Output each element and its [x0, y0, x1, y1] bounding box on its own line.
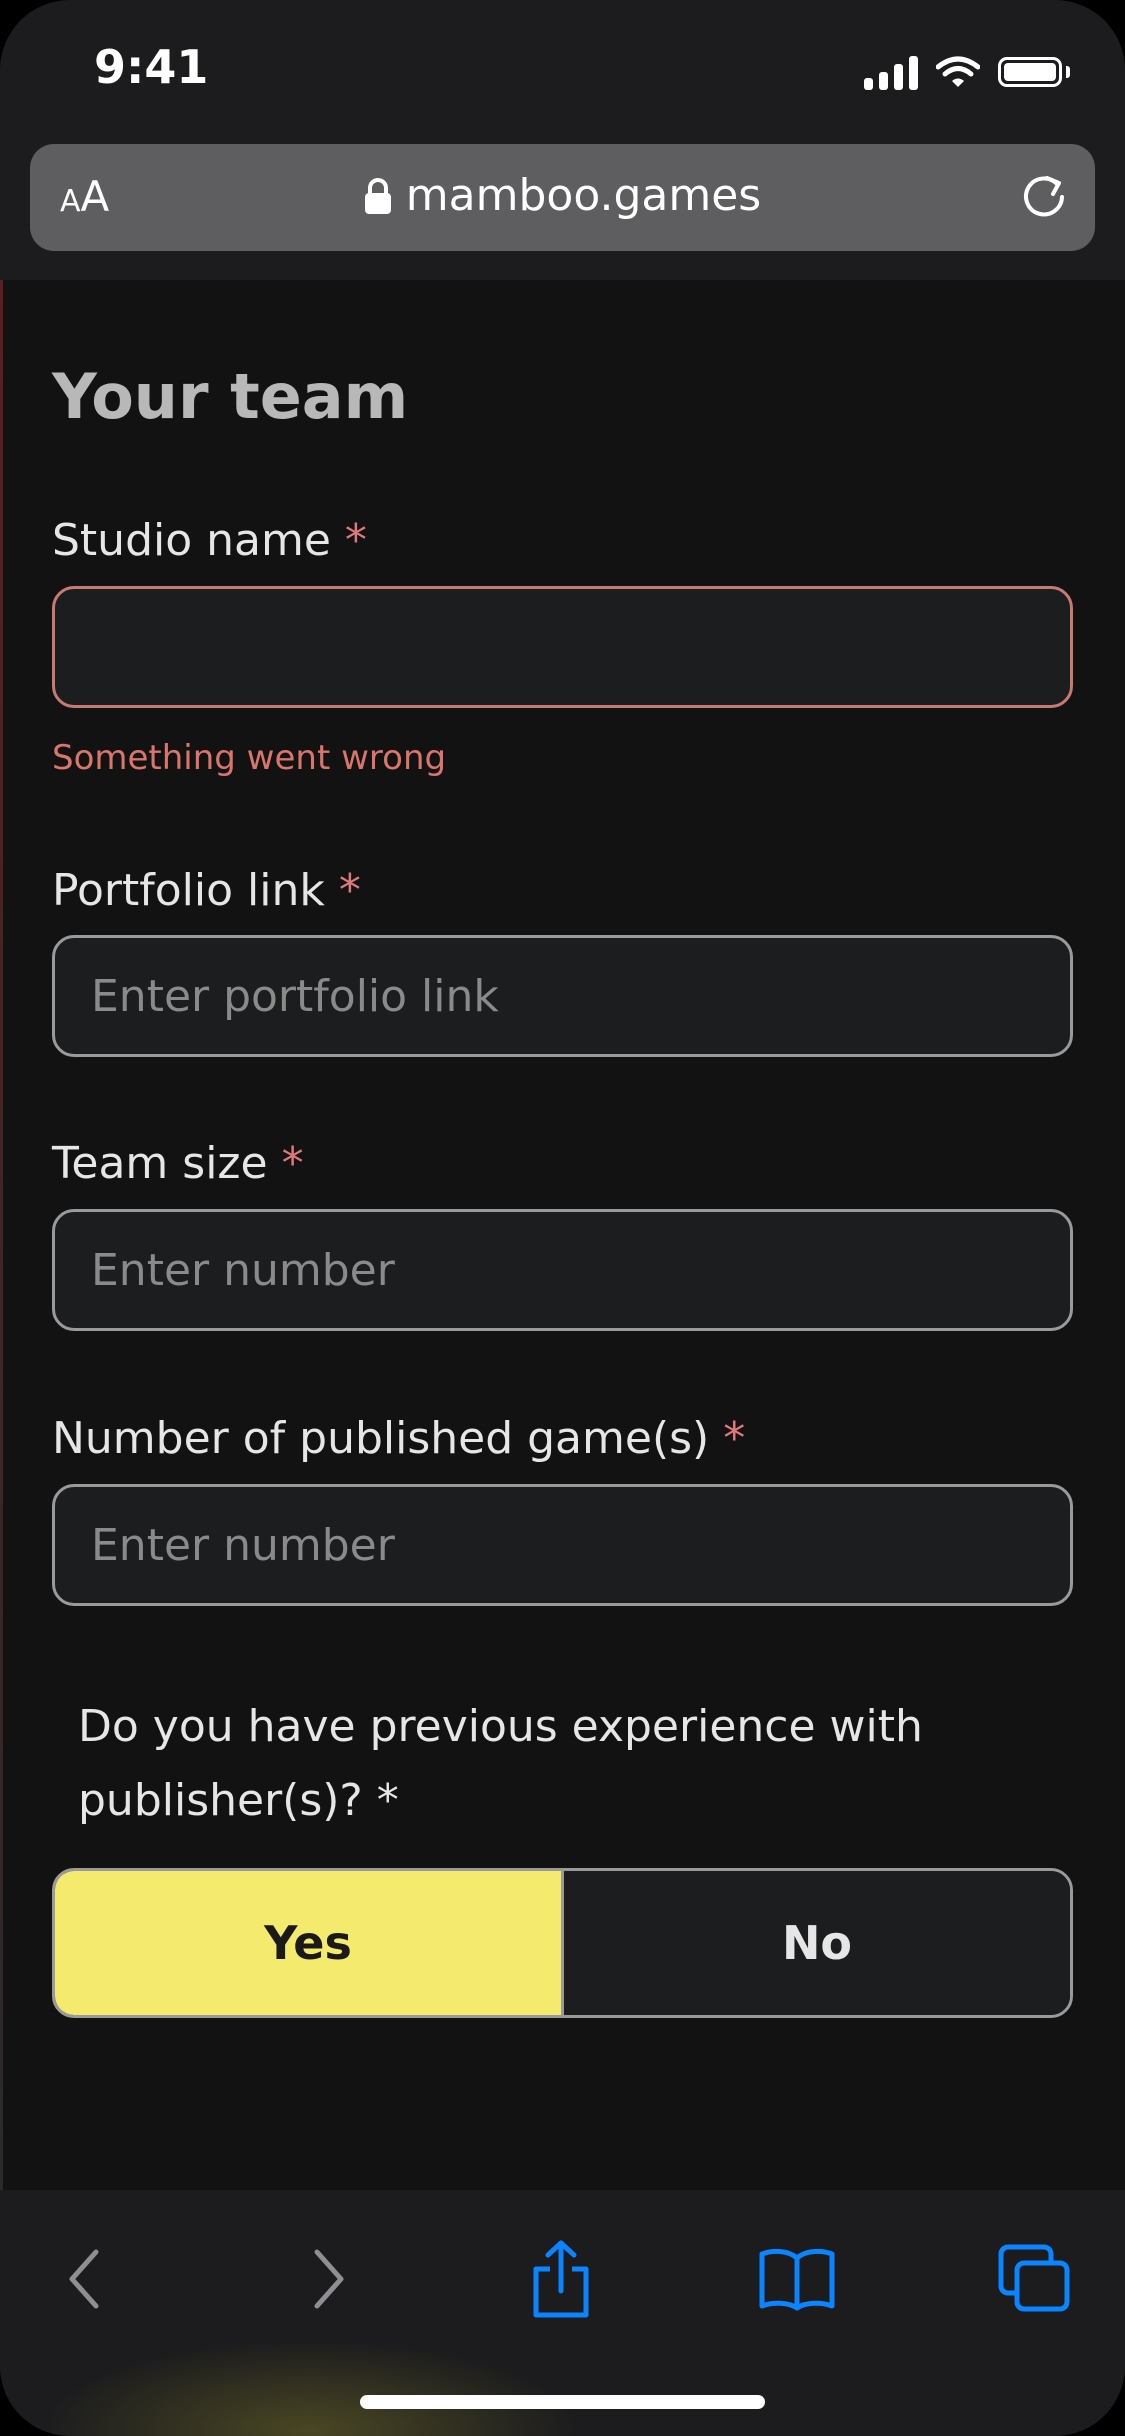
reload-icon[interactable]: [1017, 170, 1071, 224]
status-bar: 9:41: [0, 0, 1125, 140]
toolbar-glow: [40, 2340, 580, 2436]
share-icon: [533, 2240, 589, 2318]
lock-icon: [364, 177, 391, 214]
address-bar[interactable]: AA mamboo.games: [30, 144, 1095, 251]
portfolio-link-input[interactable]: [52, 935, 1073, 1057]
required-marker: *: [723, 1413, 746, 1464]
studio-name-label: Studio name *: [52, 515, 367, 566]
yes-option-button[interactable]: Yes: [55, 1871, 564, 2015]
share-button[interactable]: [516, 2234, 606, 2324]
browser-address-area: AA mamboo.games: [0, 140, 1125, 280]
section-heading: Your team: [52, 360, 409, 433]
address-display[interactable]: mamboo.games: [30, 170, 1095, 221]
phone-screen: 9:41 AA mamboo.games Your team Studio na…: [0, 0, 1125, 2436]
portfolio-link-label: Portfolio link *: [52, 865, 361, 916]
tabs-icon: [998, 2244, 1070, 2312]
required-marker: *: [281, 1138, 304, 1189]
team-size-input[interactable]: [52, 1209, 1073, 1331]
team-size-label: Team size *: [52, 1138, 304, 1189]
bookmarks-button[interactable]: [752, 2234, 842, 2324]
home-indicator[interactable]: [360, 2395, 765, 2409]
studio-name-error: Something went wrong: [52, 738, 447, 778]
status-icons: [864, 52, 1070, 92]
left-edge-accent: [0, 280, 3, 2190]
tabs-button[interactable]: [990, 2234, 1080, 2324]
page-content: Your team Studio name * Something went w…: [0, 280, 1125, 2190]
wifi-icon: [936, 56, 980, 87]
back-icon: [69, 2249, 99, 2309]
battery-icon: [998, 57, 1070, 87]
published-games-label: Number of published game(s) *: [52, 1413, 746, 1464]
required-marker: *: [344, 515, 367, 566]
forward-button[interactable]: [283, 2234, 373, 2324]
studio-name-input[interactable]: [52, 586, 1073, 708]
bookmarks-icon: [759, 2248, 835, 2311]
status-time: 9:41: [94, 40, 209, 94]
cellular-signal-icon: [864, 54, 918, 90]
domain-text: mamboo.games: [405, 170, 762, 221]
publisher-experience-toggle: Yes No: [52, 1868, 1073, 2018]
published-games-input[interactable]: [52, 1484, 1073, 1606]
forward-icon: [314, 2249, 344, 2309]
no-option-button[interactable]: No: [564, 1871, 1070, 2015]
back-button[interactable]: [40, 2234, 130, 2324]
required-marker: *: [338, 865, 361, 916]
publisher-experience-question: Do you have previous experience with pub…: [78, 1701, 923, 1826]
